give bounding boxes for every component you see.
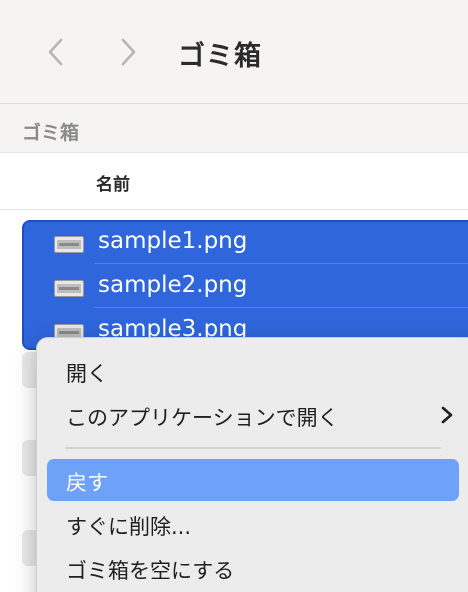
menu-item-empty-trash[interactable]: ゴミ箱を空にする bbox=[47, 547, 459, 589]
file-name: sample1.png bbox=[98, 228, 248, 254]
png-file-icon bbox=[54, 236, 84, 253]
file-name: sample2.png bbox=[98, 272, 248, 298]
menu-item-label: ゴミ箱を空にする bbox=[66, 559, 235, 583]
toolbar: ゴミ箱 bbox=[0, 0, 468, 104]
window-title: ゴミ箱 bbox=[178, 41, 262, 72]
file-list-selection: sample1.png sample2.png sample3.png bbox=[22, 220, 468, 350]
column-header: 名前 bbox=[0, 153, 468, 210]
section-header: ゴミ箱 bbox=[0, 104, 468, 153]
context-menu: 開く このアプリケーションで開く 戻す すぐに削除... ゴミ箱を空にする bbox=[36, 337, 468, 592]
row-divider bbox=[94, 307, 468, 308]
menu-item-label: 戻す bbox=[66, 471, 108, 495]
file-row[interactable]: sample1.png bbox=[24, 222, 468, 266]
column-name-header[interactable]: 名前 bbox=[96, 170, 130, 195]
chevron-right-icon bbox=[441, 406, 453, 424]
menu-item-open[interactable]: 開く bbox=[47, 350, 459, 392]
menu-item-put-back[interactable]: 戻す bbox=[47, 459, 459, 501]
menu-separator bbox=[65, 447, 441, 449]
menu-item-label: すぐに削除... bbox=[66, 515, 192, 539]
chevron-left-icon bbox=[48, 38, 63, 66]
png-file-icon bbox=[54, 280, 84, 297]
section-label: ゴミ箱 bbox=[22, 122, 80, 144]
back-button[interactable] bbox=[36, 30, 76, 74]
file-row[interactable]: sample2.png bbox=[24, 266, 468, 310]
menu-item-open-with[interactable]: このアプリケーションで開く bbox=[47, 394, 459, 436]
finder-window: ゴミ箱 ゴミ箱 名前 sample1.png sample2.png sampl… bbox=[0, 0, 468, 592]
menu-item-label: 開く bbox=[66, 362, 108, 386]
row-divider bbox=[94, 263, 468, 264]
forward-button[interactable] bbox=[108, 30, 148, 74]
menu-item-delete-immediately[interactable]: すぐに削除... bbox=[47, 503, 459, 545]
chevron-right-icon bbox=[121, 38, 136, 66]
menu-item-label: このアプリケーションで開く bbox=[66, 406, 339, 430]
